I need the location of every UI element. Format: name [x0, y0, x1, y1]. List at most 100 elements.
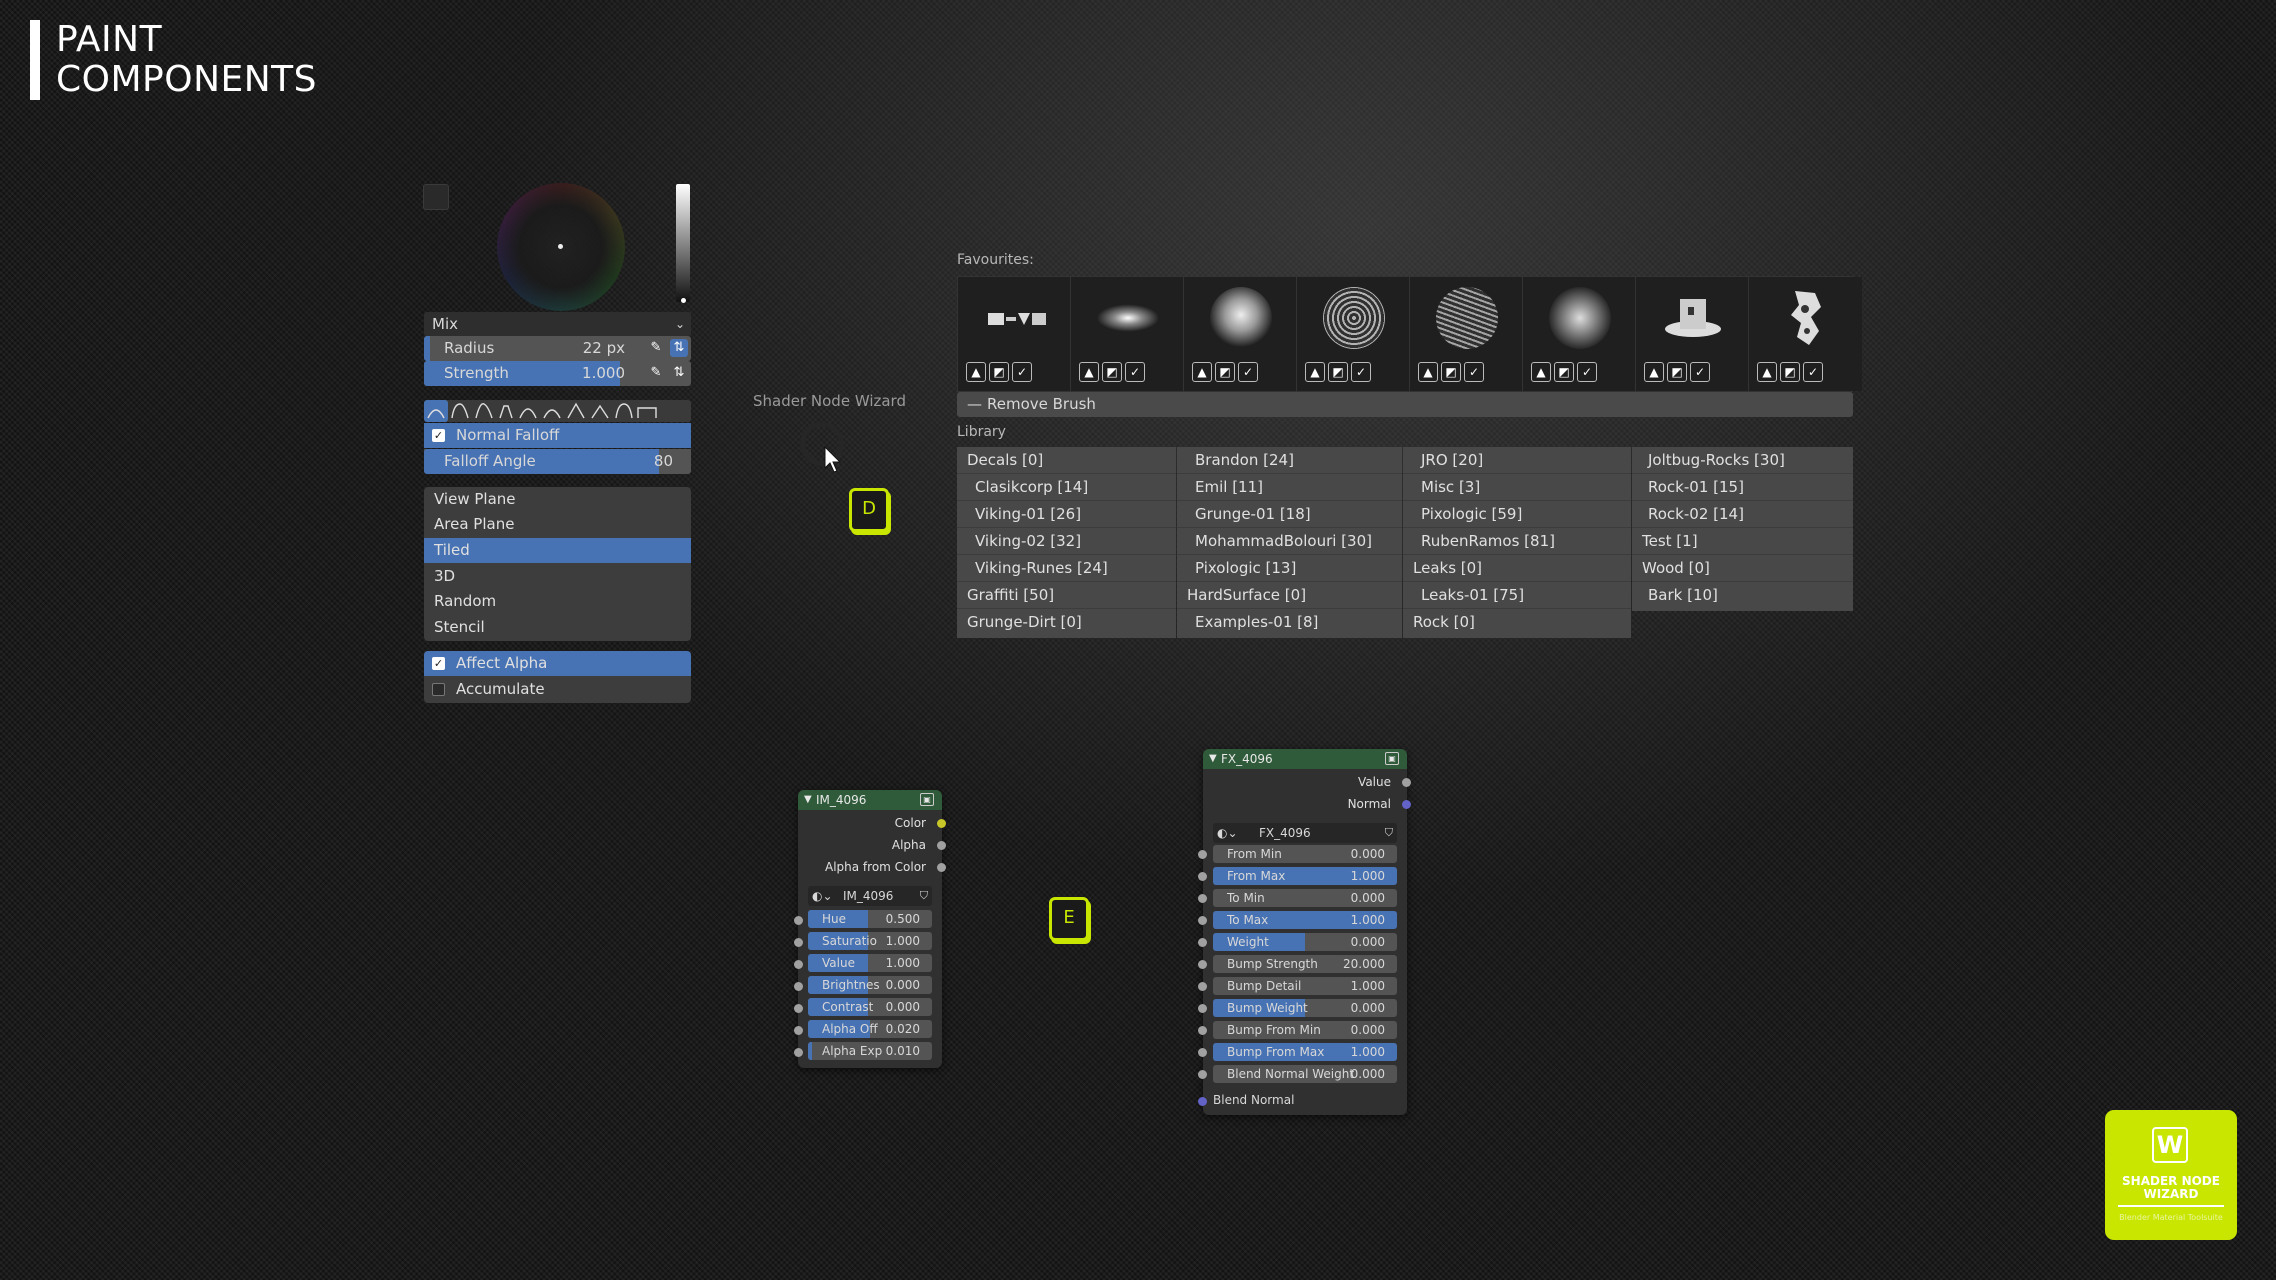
edit-icon[interactable]: ◩ — [989, 362, 1009, 382]
fx-field[interactable]: Bump Detail 1.000 — [1213, 977, 1397, 995]
input-socket[interactable] — [1198, 1026, 1207, 1035]
brightness-field[interactable]: Brightnes 0.000 — [808, 976, 932, 994]
library-item[interactable]: Grunge-01 [18] — [1177, 501, 1402, 528]
fx-field[interactable]: Bump Weight 0.000 — [1213, 999, 1397, 1017]
fake-user-shield-icon[interactable]: ⛉ — [1385, 823, 1393, 843]
output-socket[interactable] — [937, 819, 946, 828]
shield-icon[interactable]: ✓ — [1125, 362, 1145, 382]
library-item[interactable]: MohammadBolouri [30] — [1177, 528, 1402, 555]
library-item[interactable]: Leaks [0] — [1403, 555, 1631, 582]
edit-icon[interactable]: ◩ — [1215, 362, 1235, 382]
node-preview-icon[interactable]: ▣ — [920, 793, 934, 806]
library-item[interactable]: Emil [11] — [1177, 474, 1402, 501]
library-item[interactable]: Graffiti [50] — [957, 582, 1176, 609]
radius-slider[interactable]: Radius 22 px ✎ ⇅ — [424, 336, 691, 361]
image-icon[interactable]: ▲ — [1757, 362, 1777, 382]
image-selector[interactable]: ◐⌄ FX_4096 ⛉ — [1213, 823, 1397, 843]
input-socket[interactable] — [1198, 1004, 1207, 1013]
input-socket[interactable] — [794, 1026, 803, 1035]
fx-field[interactable]: Weight 0.000 — [1213, 933, 1397, 951]
output-socket[interactable] — [1402, 778, 1411, 787]
brush-thumbnail[interactable]: ▲ ◩ ✓ — [1297, 277, 1410, 391]
saturation-field[interactable]: Saturatio 1.000 — [808, 932, 932, 950]
color-swatch[interactable] — [423, 184, 449, 210]
edit-icon[interactable]: ◩ — [1102, 362, 1122, 382]
input-socket[interactable] — [1198, 894, 1207, 903]
image-icon[interactable]: ▲ — [1644, 362, 1664, 382]
fx-field[interactable]: To Max 1.000 — [1213, 911, 1397, 929]
image-icon[interactable]: ▲ — [1418, 362, 1438, 382]
library-item[interactable]: Clasikcorp [14] — [957, 474, 1176, 501]
image-browse-icon[interactable]: ◐⌄ — [812, 886, 833, 906]
value-slider-handle[interactable] — [681, 298, 686, 303]
input-socket[interactable] — [1198, 1097, 1207, 1106]
library-item[interactable]: Pixologic [13] — [1177, 555, 1402, 582]
library-item[interactable]: Rock-02 [14] — [1632, 501, 1853, 528]
image-selector[interactable]: ◐⌄ IM_4096 ⛉ — [808, 886, 932, 906]
input-socket[interactable] — [794, 982, 803, 991]
normal-falloff-toggle[interactable]: ✓ Normal Falloff — [424, 423, 691, 448]
shield-icon[interactable]: ✓ — [1012, 362, 1032, 382]
library-item[interactable]: Pixologic [59] — [1403, 501, 1631, 528]
mapping-tiled[interactable]: Tiled — [424, 538, 691, 563]
input-socket[interactable] — [1198, 916, 1207, 925]
input-socket[interactable] — [794, 1004, 803, 1013]
shield-icon[interactable]: ✓ — [1577, 362, 1597, 382]
library-item[interactable]: HardSurface [0] — [1177, 582, 1402, 609]
checkbox-checked-icon[interactable]: ✓ — [432, 429, 445, 442]
library-item[interactable]: JRO [20] — [1403, 447, 1631, 474]
collapse-arrow-icon[interactable]: ▼ — [1209, 749, 1217, 769]
input-socket[interactable] — [794, 938, 803, 947]
library-item[interactable]: RubenRamos [81] — [1403, 528, 1631, 555]
brush-thumbnail[interactable]: ▲ ◩ ✓ — [1749, 277, 1862, 391]
input-socket[interactable] — [1198, 960, 1207, 969]
input-socket[interactable] — [1198, 850, 1207, 859]
library-item[interactable]: Rock [0] — [1403, 609, 1631, 636]
brush-thumbnail[interactable]: ▲ ◩ ✓ — [1523, 277, 1636, 391]
image-icon[interactable]: ▲ — [966, 362, 986, 382]
input-socket[interactable] — [794, 916, 803, 925]
size-lock-icon[interactable]: ⇅ — [670, 339, 688, 357]
library-item[interactable]: Joltbug-Rocks [30] — [1632, 447, 1853, 474]
fx-field[interactable]: Bump From Min 0.000 — [1213, 1021, 1397, 1039]
library-item[interactable]: Viking-02 [32] — [957, 528, 1176, 555]
library-item[interactable]: Decals [0] — [957, 447, 1176, 474]
library-item[interactable]: Examples-01 [8] — [1177, 609, 1402, 636]
edit-icon[interactable]: ◩ — [1554, 362, 1574, 382]
fx-field[interactable]: From Max 1.000 — [1213, 867, 1397, 885]
fx-field[interactable]: Bump From Max 1.000 — [1213, 1043, 1397, 1061]
value-field[interactable]: Value 1.000 — [808, 954, 932, 972]
input-socket[interactable] — [1198, 1070, 1207, 1079]
image-icon[interactable]: ▲ — [1531, 362, 1551, 382]
contrast-field[interactable]: Contrast 0.000 — [808, 998, 932, 1016]
library-item[interactable]: Rock-01 [15] — [1632, 474, 1853, 501]
edit-icon[interactable]: ◩ — [1328, 362, 1348, 382]
brush-thumbnail[interactable]: ▲ ◩ ✓ — [1636, 277, 1749, 391]
checkbox-checked-icon[interactable]: ✓ — [432, 657, 445, 670]
image-icon[interactable]: ▲ — [1305, 362, 1325, 382]
pressure-pen-icon[interactable]: ✎ — [647, 364, 665, 382]
input-socket[interactable] — [794, 960, 803, 969]
brush-thumbnail[interactable]: ▲ ◩ ✓ — [1184, 277, 1297, 391]
fake-user-shield-icon[interactable]: ⛉ — [920, 886, 928, 906]
alpha-offset-field[interactable]: Alpha Off 0.020 — [808, 1020, 932, 1038]
image-icon[interactable]: ▲ — [1192, 362, 1212, 382]
input-socket[interactable] — [1198, 872, 1207, 881]
shield-icon[interactable]: ✓ — [1690, 362, 1710, 382]
accumulate-toggle[interactable]: Accumulate — [424, 677, 691, 702]
mapping-stencil[interactable]: Stencil — [424, 615, 691, 640]
mapping-view-plane[interactable]: View Plane — [424, 487, 691, 512]
falloff-curve-presets[interactable] — [424, 400, 691, 422]
input-socket[interactable] — [1198, 938, 1207, 947]
library-item[interactable]: Grunge-Dirt [0] — [957, 609, 1176, 636]
node-header[interactable]: ▼ FX_4096 ▣ — [1203, 749, 1407, 769]
image-browse-icon[interactable]: ◐⌄ — [1217, 823, 1238, 843]
strength-lock-icon[interactable]: ⇅ — [670, 364, 688, 382]
edit-icon[interactable]: ◩ — [1780, 362, 1800, 382]
brush-thumbnail[interactable]: ▲ ◩ ✓ — [1410, 277, 1523, 391]
color-wheel-cursor[interactable] — [558, 244, 563, 249]
collapse-arrow-icon[interactable]: ▼ — [804, 790, 812, 810]
shield-icon[interactable]: ✓ — [1464, 362, 1484, 382]
mapping-random[interactable]: Random — [424, 589, 691, 614]
edit-icon[interactable]: ◩ — [1667, 362, 1687, 382]
